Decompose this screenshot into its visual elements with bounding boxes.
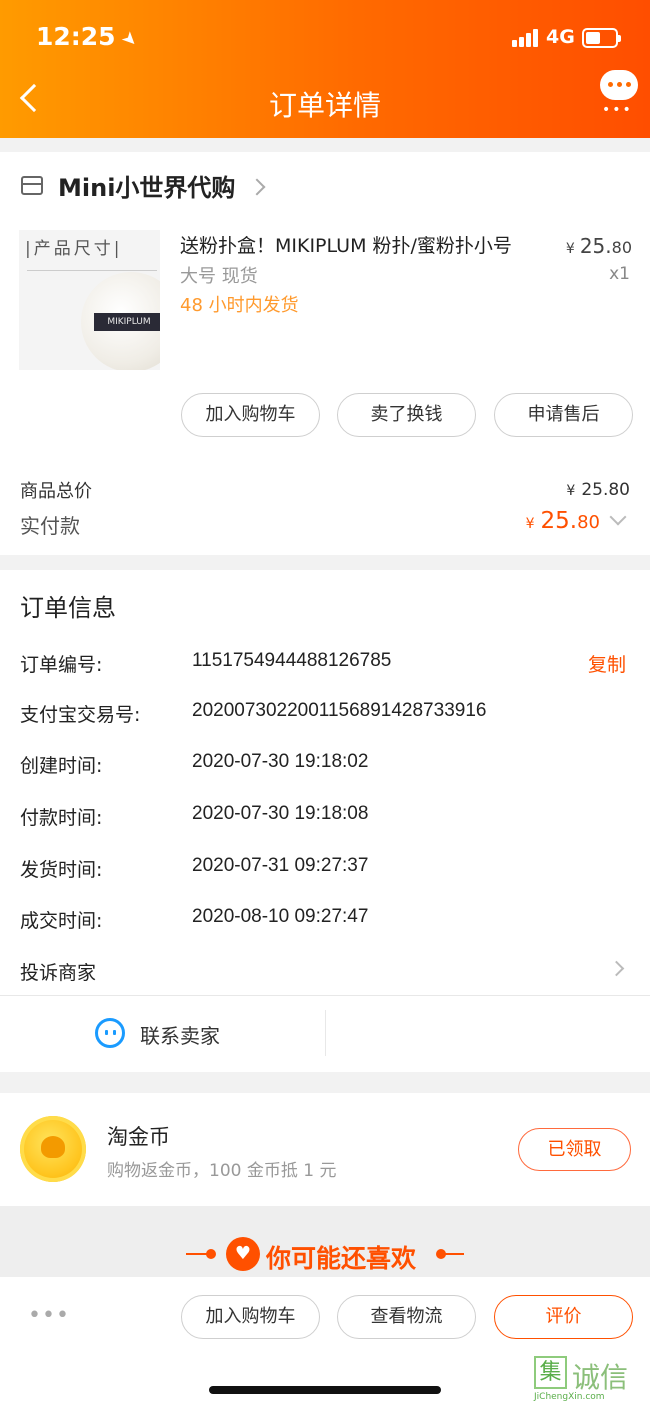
paid-time: 2020-07-30 19:18:08 [192,803,369,824]
recommend-title: 你可能还喜欢 [266,1244,417,1273]
message-icon[interactable] [600,70,638,100]
product-quantity: x1 [609,264,630,284]
heart-icon: ♥ [226,1237,260,1271]
info-label: 成交时间: [20,910,103,932]
product-image-brand: MIKIPLUM [94,313,160,331]
info-label: 发货时间: [20,859,103,881]
network-type: 4G [546,26,575,48]
battery-icon [582,28,621,48]
bottom-add-to-cart-button[interactable]: 加入购物车 [181,1295,320,1339]
created-time: 2020-07-30 19:18:02 [192,751,369,772]
resell-button[interactable]: 卖了换钱 [337,393,476,437]
watermark-logo: 集 诚信 JiChengXin.com [534,1356,646,1404]
paid-value: ¥25.80 [525,508,600,534]
after-sale-button[interactable]: 申请售后 [494,393,633,437]
coins-title: 淘金币 [107,1125,170,1149]
contact-seller-icon[interactable] [95,1018,125,1048]
total-value: ¥25.80 [566,480,630,500]
product-price: ¥25.80 [565,234,632,258]
signal-icon [512,29,540,47]
info-label: 创建时间: [20,755,103,777]
product-image[interactable]: |产品尺寸| MIKIPLUM [19,230,160,370]
alipay-trade-number: 2020073022001156891428733916 [192,700,487,721]
claimed-button[interactable]: 已领取 [518,1128,631,1171]
product-image-tag: |产品尺寸| [25,239,123,259]
shop-icon [21,176,43,195]
order-info-title: 订单信息 [20,594,116,622]
info-label: 支付宝交易号: [20,704,141,726]
more-icon[interactable]: ••• [602,102,633,118]
complaint-link[interactable]: 投诉商家 [20,958,96,985]
total-label: 商品总价 [20,481,92,502]
coins-desc: 购物返金币，100 金币抵 1 元 [107,1161,337,1181]
gold-coin-icon [20,1116,86,1182]
paid-label: 实付款 [20,514,80,538]
info-label: 付款时间: [20,807,103,829]
product-sku: 大号 现货 [180,266,258,287]
completed-time: 2020-08-10 09:27:47 [192,906,369,927]
product-title[interactable]: 送粉扑盒！MIKIPLUM 粉扑/蜜粉扑小号 [180,231,512,258]
rate-button[interactable]: 评价 [494,1295,633,1339]
shop-name[interactable]: Mini小世界代购 [58,168,235,203]
shipping-promise: 48 小时内发货 [180,295,299,316]
status-time: 12:25➤ [36,22,142,53]
contact-seller-button[interactable]: 联系卖家 [140,1020,220,1049]
location-arrow-icon: ➤ [116,26,142,53]
more-actions-icon[interactable]: ••• [28,1303,70,1328]
add-to-cart-button[interactable]: 加入购物车 [181,393,320,437]
info-label: 订单编号: [20,654,103,676]
order-number: 1151754944488126785 [192,650,392,671]
header: 12:25➤ 4G 订单详情 ••• [0,0,650,138]
view-logistics-button[interactable]: 查看物流 [337,1295,476,1339]
home-indicator[interactable] [209,1386,441,1394]
copy-button[interactable]: 复制 [588,650,626,677]
shipped-time: 2020-07-31 09:27:37 [192,855,369,876]
page-title: 订单详情 [268,89,381,122]
